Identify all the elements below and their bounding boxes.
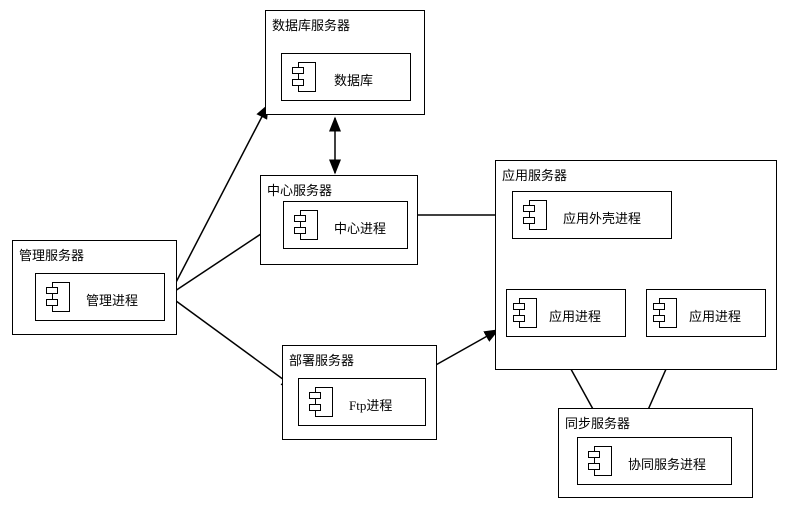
component-icon [294, 210, 318, 240]
app-shell-process-label: 应用外壳进程 [563, 208, 641, 227]
component-icon [653, 298, 677, 328]
sync-process-label: 协同服务进程 [628, 454, 706, 473]
application-server-box: 应用服务器 应用外壳进程 应用进程 应用进程 [495, 160, 777, 370]
center-process-box: 中心进程 [283, 201, 408, 249]
database-process-label: 数据库 [334, 70, 373, 89]
app-process-2-box: 应用进程 [646, 289, 766, 337]
component-icon [523, 200, 547, 230]
diagram-canvas: 数据库服务器 数据库 中心服务器 中心进程 管理服务器 管理进程 部署服务器 F… [0, 0, 800, 522]
deploy-server-box: 部署服务器 Ftp进程 [282, 345, 437, 440]
database-server-box: 数据库服务器 数据库 [265, 10, 425, 115]
management-process-label: 管理进程 [86, 290, 138, 309]
app-shell-process-box: 应用外壳进程 [512, 191, 672, 239]
component-icon [513, 298, 537, 328]
app-process-1-label: 应用进程 [549, 306, 601, 325]
sync-server-title: 同步服务器 [565, 413, 630, 432]
component-icon [46, 282, 70, 312]
center-process-label: 中心进程 [334, 218, 386, 237]
component-icon [309, 387, 333, 417]
database-process-box: 数据库 [281, 53, 411, 101]
database-server-title: 数据库服务器 [272, 15, 350, 34]
deploy-process-box: Ftp进程 [298, 378, 426, 426]
deploy-process-label: Ftp进程 [349, 395, 392, 414]
sync-process-box: 协同服务进程 [577, 437, 732, 485]
app-process-2-label: 应用进程 [689, 306, 741, 325]
management-server-box: 管理服务器 管理进程 [12, 240, 177, 335]
center-server-box: 中心服务器 中心进程 [260, 175, 418, 265]
deploy-server-title: 部署服务器 [289, 350, 354, 369]
component-icon [588, 446, 612, 476]
management-process-box: 管理进程 [35, 273, 165, 321]
management-server-title: 管理服务器 [19, 245, 84, 264]
component-icon [292, 62, 316, 92]
sync-server-box: 同步服务器 协同服务进程 [558, 408, 753, 498]
application-server-title: 应用服务器 [502, 165, 567, 184]
app-process-1-box: 应用进程 [506, 289, 626, 337]
center-server-title: 中心服务器 [267, 180, 332, 199]
